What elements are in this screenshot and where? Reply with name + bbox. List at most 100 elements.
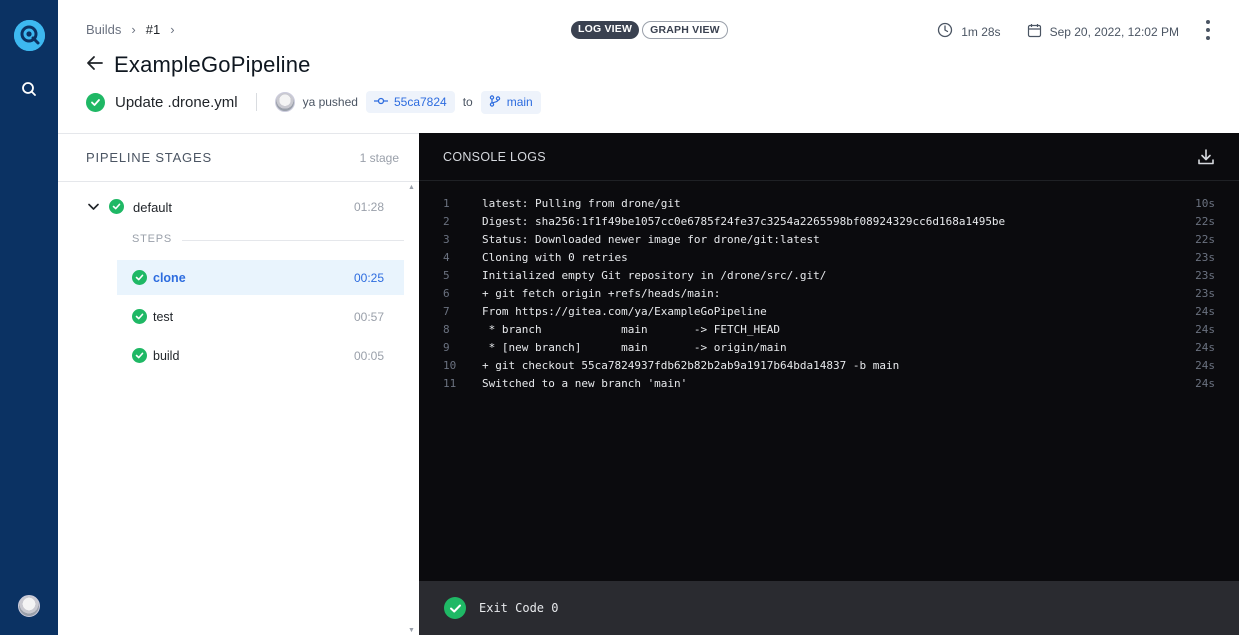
divider [182,240,404,241]
stages-title: PIPELINE STAGES [86,150,212,165]
build-duration: 1m 28s [961,24,1001,39]
commit-sha: 55ca7824 [393,95,447,109]
step-time: 00:57 [353,309,384,324]
back-arrow-icon[interactable] [86,54,104,77]
search-icon[interactable] [20,80,38,98]
line-time: 23s [1195,251,1215,264]
commit-sha-chip[interactable]: 55ca7824 [365,91,455,113]
build-meta: 1m 28s Sep 20, 2022, 12:02 PM [937,22,1179,41]
console-title: CONSOLE LOGS [443,149,546,164]
branch-chip[interactable]: main [480,90,541,114]
calendar-icon [1027,23,1042,41]
breadcrumb-build-number[interactable]: #1 [146,22,160,37]
line-time: 22s [1195,233,1215,246]
success-check-icon [109,199,124,214]
success-check-icon [132,348,147,363]
step-time: 00:05 [353,348,384,363]
step-test[interactable]: test 00:57 [117,299,404,334]
stage-default[interactable]: default 01:28 [58,192,404,222]
log-line: 7 From https://gitea.com/ya/ExampleGoPipe… [419,305,1239,323]
line-number: 7 [443,305,450,318]
line-number: 11 [443,377,457,390]
line-text: latest: Pulling from drone/git [482,197,681,210]
commit-icon [373,95,388,109]
line-text: Cloning with 0 retries [482,251,628,264]
scrollbar[interactable]: ▲ ▼ [406,184,417,636]
chevron-right-icon: › [170,22,175,37]
chevron-down-icon[interactable] [88,200,99,214]
step-time: 00:25 [353,270,384,285]
line-number: 2 [443,215,450,228]
page-header: Builds › #1 › ExampleGoPipeline Update .… [58,0,1239,133]
line-text: + git fetch origin +refs/heads/main: [482,287,721,300]
line-number: 1 [443,197,450,210]
view-toggle: LOG VIEW GRAPH VIEW [571,21,728,39]
to-label: to [462,95,473,109]
success-check-icon [444,597,466,619]
page-title: ExampleGoPipeline [114,52,311,77]
graph-view-tab[interactable]: GRAPH VIEW [642,21,728,39]
line-time: 23s [1195,269,1215,282]
drone-logo-icon[interactable] [14,20,45,51]
line-text: Switched to a new branch 'main' [482,377,688,390]
line-number: 5 [443,269,450,282]
branch-icon [489,94,501,110]
step-clone[interactable]: clone 00:25 [117,260,404,295]
log-line: 2 Digest: sha256:1f1f49be1057cc0e6785f24f… [419,215,1239,233]
line-time: 23s [1195,287,1215,300]
log-view-tab[interactable]: LOG VIEW [571,21,640,39]
log-line: 6 + git fetch origin +refs/heads/main: 23s [419,287,1239,305]
commit-summary: Update .drone.yml ya pushed 55ca7824 to … [86,90,541,114]
chevron-right-icon: › [131,22,136,37]
breadcrumb: Builds › #1 › [86,22,175,37]
log-line: 11 Switched to a new branch 'main' 24s [419,377,1239,395]
user-avatar[interactable] [18,595,40,617]
download-icon[interactable] [1197,148,1215,166]
scroll-up-icon[interactable]: ▲ [408,184,415,191]
line-text: Status: Downloaded newer image for drone… [482,233,820,246]
log-line: 4 Cloning with 0 retries 23s [419,251,1239,269]
success-check-icon [86,92,105,112]
commit-message: Update .drone.yml [115,93,238,111]
line-time: 22s [1195,215,1215,228]
line-text: Digest: sha256:1f1f49be1057cc0e6785f24fe… [482,215,1006,228]
log-line: 10 + git checkout 55ca7824937fdb62b82b2ab… [419,359,1239,377]
line-time: 24s [1195,323,1215,336]
log-line: 3 Status: Downloaded newer image for dron… [419,233,1239,251]
branch-name: main [506,95,533,109]
success-check-icon [132,270,147,285]
more-options-icon[interactable] [1205,20,1211,40]
breadcrumb-builds[interactable]: Builds [86,22,121,37]
log-line: 5 Initialized empty Git repository in /dr… [419,269,1239,287]
line-time: 10s [1195,197,1215,210]
line-text: + git checkout 55ca7824937fdb62b82b2ab9a… [482,359,900,372]
line-text: * branch main -> FETCH_HEAD [482,323,781,336]
author-action: ya pushed [302,95,358,109]
log-line: 9 * [new branch] main -> origin/main 24s [419,341,1239,359]
scroll-down-icon[interactable]: ▼ [408,627,415,634]
line-text: Initialized empty Git repository in /dro… [482,269,827,282]
step-build[interactable]: build 00:05 [117,338,404,373]
stages-count: 1 stage [359,150,399,165]
stage-time: 01:28 [353,200,384,214]
build-date: Sep 20, 2022, 12:02 PM [1049,24,1179,39]
line-time: 24s [1195,377,1215,390]
steps-label: STEPS [132,233,173,245]
left-rail [0,0,58,635]
line-text: From https://gitea.com/ya/ExampleGoPipel… [482,305,767,318]
success-check-icon [132,309,147,324]
line-time: 24s [1195,305,1215,318]
step-name: build [153,348,180,363]
log-line: 1 latest: Pulling from drone/git 10s [419,197,1239,215]
pipeline-stages-panel: PIPELINE STAGES 1 stage default 01:28 ST… [58,133,419,635]
divider [255,93,257,111]
line-number: 4 [443,251,450,264]
console-logs-panel: CONSOLE LOGS 1 latest: Pulling from drone… [419,133,1239,581]
line-time: 24s [1195,359,1215,372]
line-number: 3 [443,233,450,246]
author-avatar [274,92,295,112]
line-number: 6 [443,287,450,300]
stage-name: default [133,199,173,215]
line-number: 9 [443,341,450,354]
step-name: clone [153,270,186,285]
